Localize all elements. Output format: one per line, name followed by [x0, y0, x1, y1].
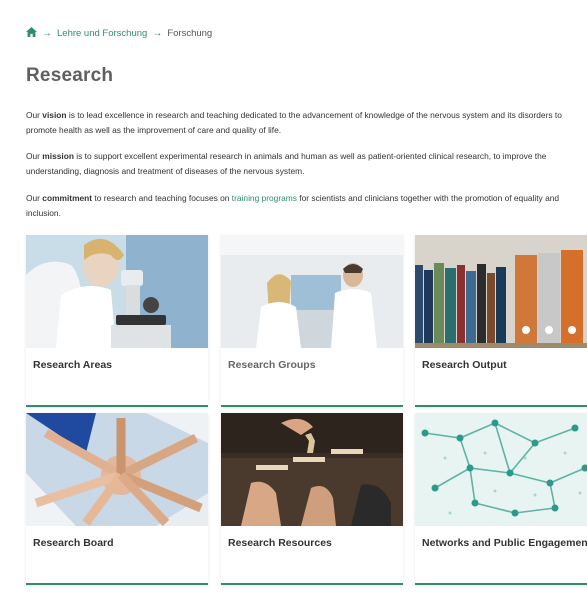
training-programs-link[interactable]: training programs	[232, 193, 297, 203]
page: → Lehre und Forschung → Forschung Resear…	[0, 0, 587, 593]
breadcrumb-separator-icon: →	[152, 27, 163, 39]
commitment-keyword: commitment	[42, 193, 93, 203]
home-icon[interactable]	[26, 26, 37, 40]
breadcrumb-separator-icon: →	[42, 27, 52, 39]
binders-photo[interactable]	[415, 235, 587, 348]
card-research-output[interactable]: Research Output	[415, 235, 587, 407]
card-title: Research Output	[422, 359, 507, 371]
breadcrumb-link-lehre[interactable]: Lehre und Forschung	[57, 28, 147, 39]
card-title: Research Groups	[228, 359, 316, 371]
lab-researchers-photo[interactable]	[221, 235, 403, 348]
breadcrumb-current: Forschung	[167, 27, 213, 39]
card-research-board[interactable]: Research Board	[26, 413, 208, 585]
card-research-areas[interactable]: Research Areas	[26, 235, 208, 407]
mission-keyword: mission	[42, 151, 74, 161]
page-title: Research	[26, 65, 114, 86]
breadcrumb: → Lehre und Forschung → Forschung	[26, 26, 212, 40]
card-networks-public-engagement[interactable]: Networks and Public Engagement	[415, 413, 587, 585]
network-graph-photo[interactable]	[415, 413, 587, 526]
vision-keyword: vision	[42, 110, 67, 120]
wooden-steps-photo[interactable]	[221, 413, 403, 526]
commitment-paragraph: Our commitment to research and teaching …	[26, 193, 560, 218]
card-title: Networks and Public Engagement	[422, 537, 587, 549]
card-research-resources[interactable]: Research Resources	[221, 413, 403, 585]
mission-paragraph: Our mission is to support excellent expe…	[26, 151, 547, 176]
card-title: Research Resources	[228, 537, 332, 549]
hands-together-photo[interactable]	[26, 413, 208, 526]
card-research-groups[interactable]: Research Groups	[221, 235, 403, 407]
microscope-photo[interactable]	[26, 235, 208, 348]
card-title: Research Areas	[33, 359, 112, 371]
card-title: Research Board	[33, 537, 114, 549]
vision-paragraph: Our vision is to lead excellence in rese…	[26, 110, 562, 135]
